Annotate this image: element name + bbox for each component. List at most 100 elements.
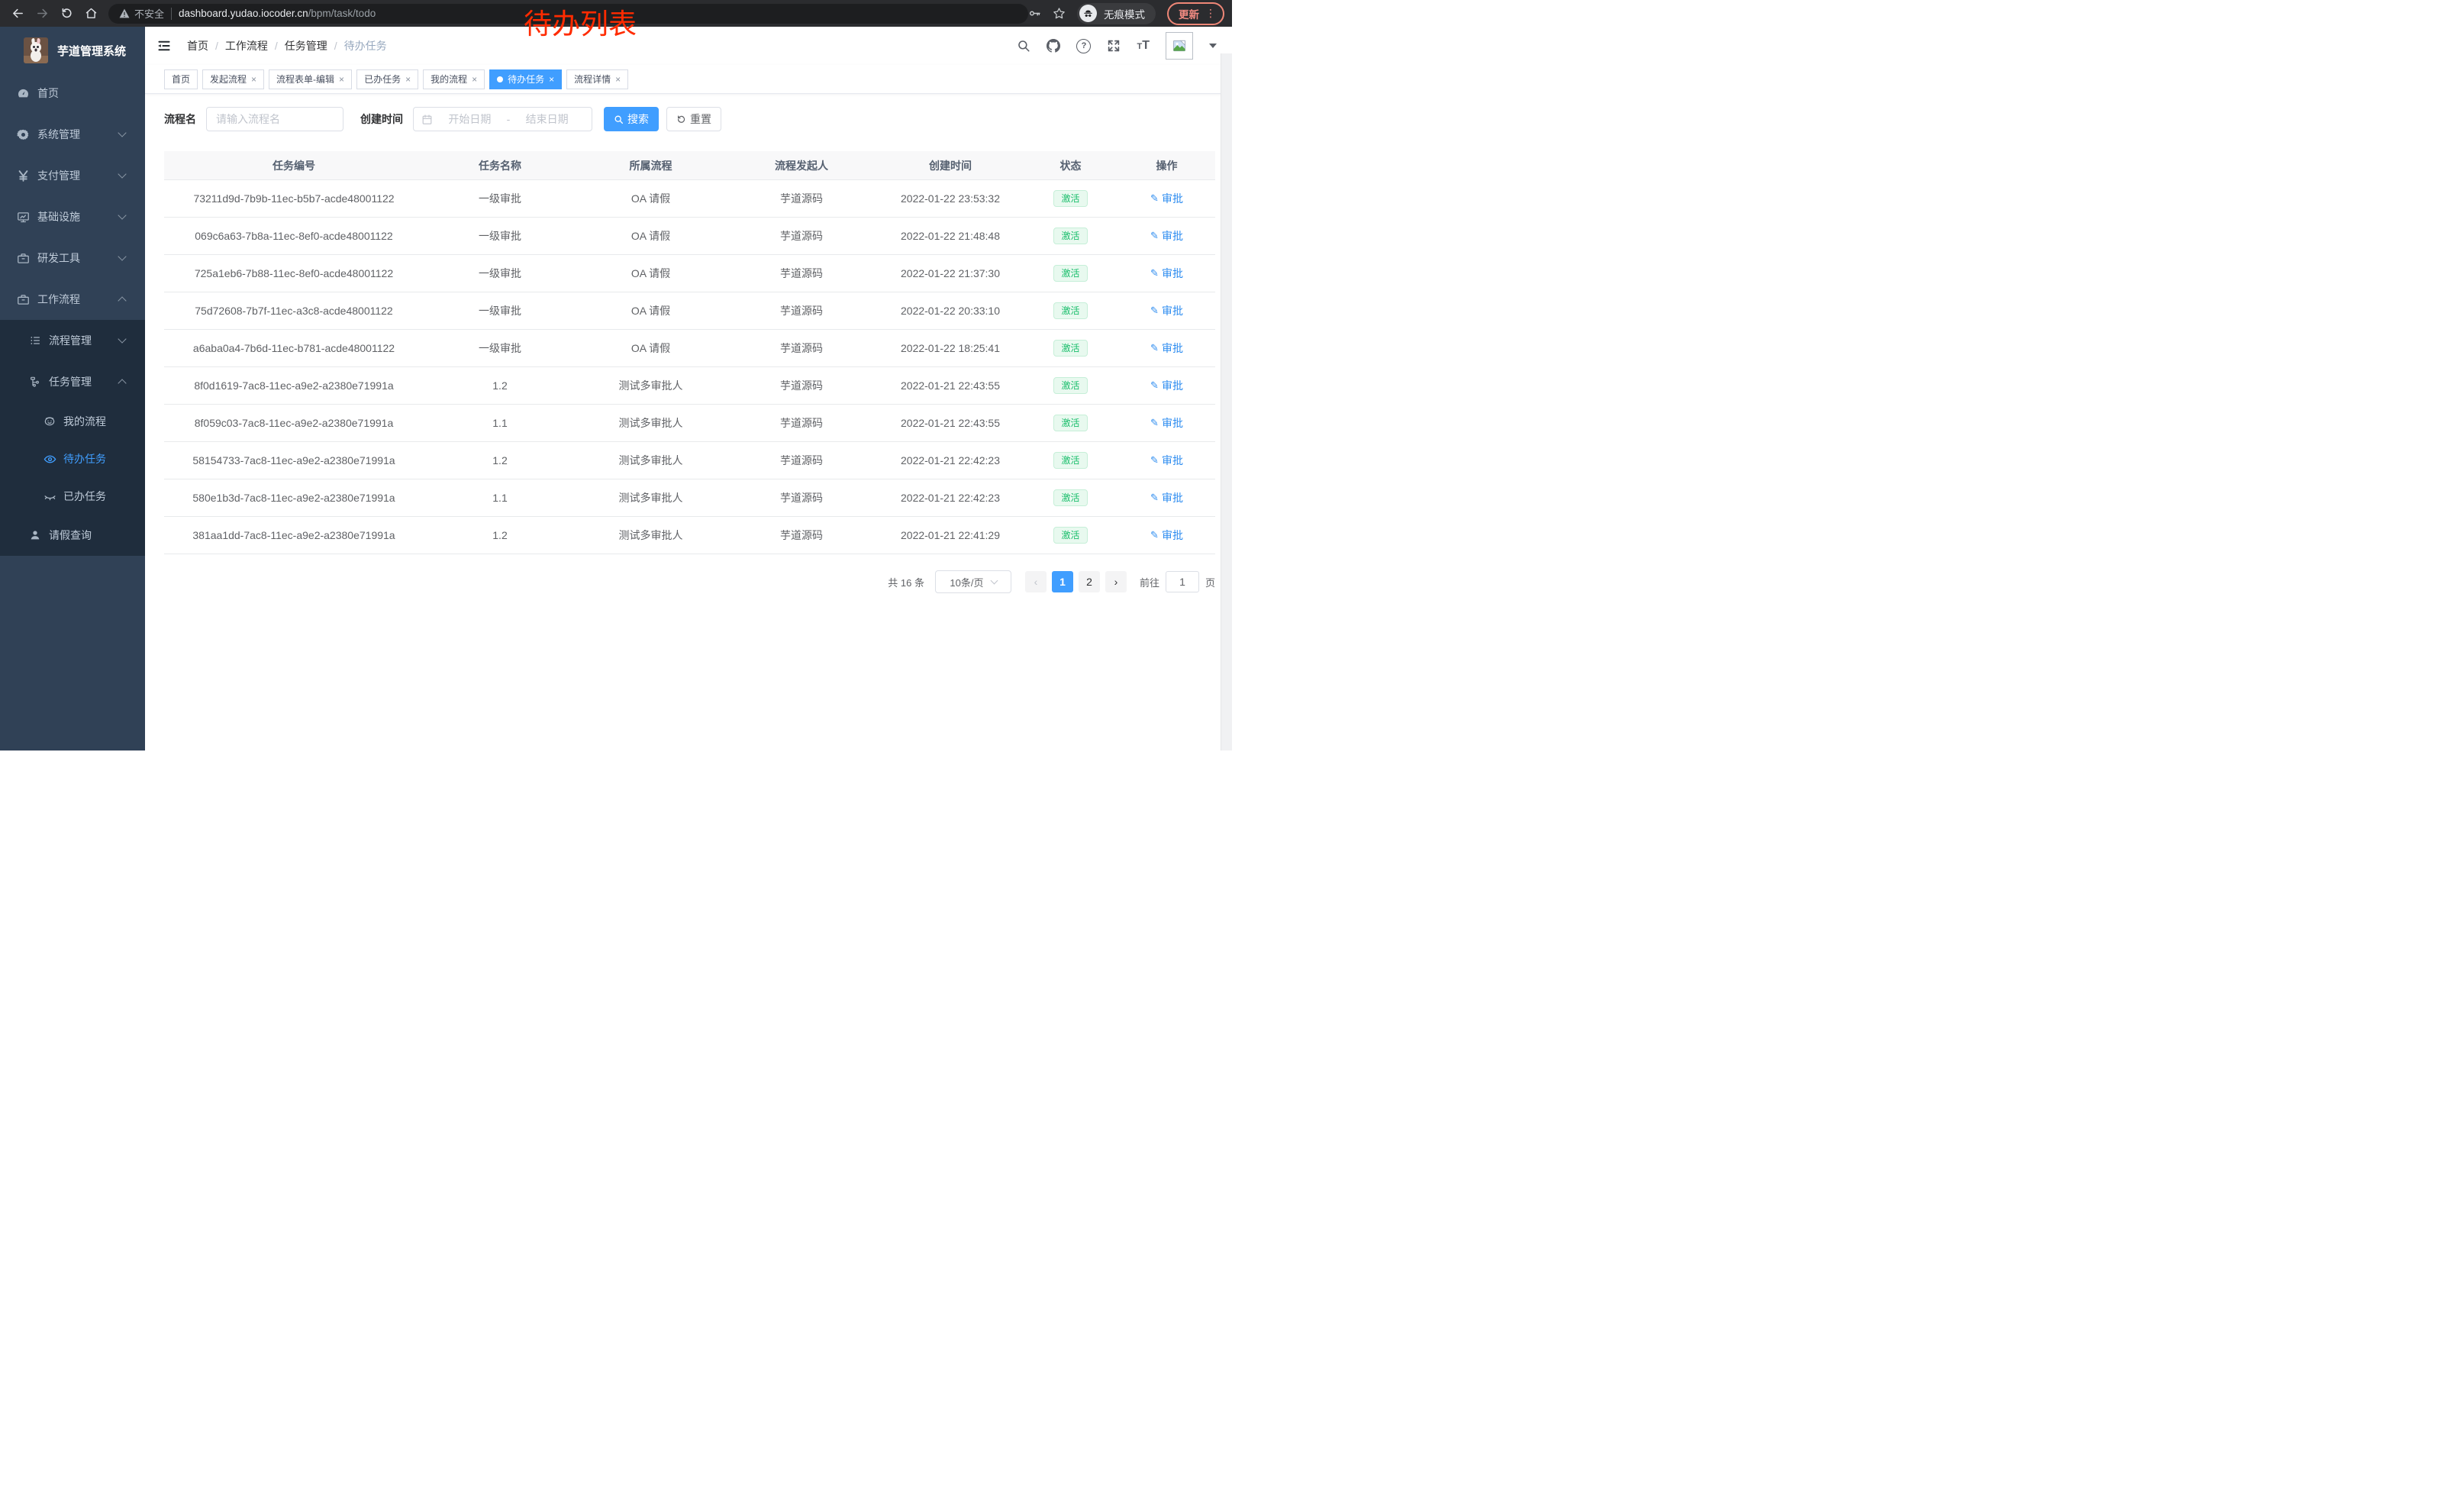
help-icon[interactable]: ? xyxy=(1076,39,1091,53)
tag-label: 待办任务 xyxy=(508,73,544,86)
approve-link[interactable]: ✎审批 xyxy=(1150,378,1183,393)
sidebar-item-my-process[interactable]: 我的流程 xyxy=(0,402,145,440)
process-name: OA 请假 xyxy=(576,341,725,356)
browser-menu-icon[interactable]: ⋮ xyxy=(1205,7,1216,20)
sidebar-item-process-mgmt[interactable]: 流程管理 xyxy=(0,320,145,361)
dashboard-icon xyxy=(17,87,30,100)
tags-view-bar: 首页 发起流程 × 流程表单-编辑 × 已办任务 × 我的流程 × xyxy=(145,65,1232,94)
process-starter: 芋道源码 xyxy=(725,490,878,505)
approve-link[interactable]: ✎审批 xyxy=(1150,453,1183,468)
page-button-1[interactable]: 1 xyxy=(1052,571,1073,592)
avatar[interactable] xyxy=(1166,32,1193,60)
browser-scrollbar[interactable] xyxy=(1221,53,1232,750)
close-icon[interactable]: × xyxy=(549,74,554,85)
sidebar-item-devtools[interactable]: 研发工具 xyxy=(0,237,145,279)
browser-home-button[interactable] xyxy=(81,4,101,24)
sidebar-item-system[interactable]: 系统管理 xyxy=(0,114,145,155)
close-icon[interactable]: × xyxy=(339,74,344,85)
reload-icon xyxy=(60,7,73,20)
approve-link[interactable]: ✎审批 xyxy=(1150,528,1183,543)
update-label: 更新 xyxy=(1179,6,1199,21)
task-id: 58154733-7ac8-11ec-a9e2-a2380e71991a xyxy=(164,454,424,466)
fullscreen-icon[interactable] xyxy=(1107,39,1121,53)
approve-link[interactable]: ✎审批 xyxy=(1150,490,1183,505)
tag-process-detail[interactable]: 流程详情 × xyxy=(566,69,628,89)
sidebar-item-leave-query[interactable]: 请假查询 xyxy=(0,515,145,556)
sidebar-item-label: 研发工具 xyxy=(37,250,80,266)
approve-link[interactable]: ✎审批 xyxy=(1150,415,1183,431)
browser-reload-button[interactable] xyxy=(56,4,76,24)
page-size-select[interactable]: 10条/页 xyxy=(935,570,1011,593)
sidebar-item-label: 待办任务 xyxy=(63,451,106,466)
process-name: 测试多审批人 xyxy=(576,528,725,543)
github-icon[interactable] xyxy=(1047,39,1060,53)
column-header: 创建时间 xyxy=(878,158,1023,173)
status-badge: 激活 xyxy=(1053,489,1087,506)
tag-done-tasks[interactable]: 已办任务 × xyxy=(356,69,418,89)
sidebar-item-label: 工作流程 xyxy=(37,292,80,307)
search-icon[interactable] xyxy=(1017,39,1030,53)
page-button-2[interactable]: 2 xyxy=(1079,571,1100,592)
avatar-caret-icon[interactable] xyxy=(1209,44,1217,48)
approve-link[interactable]: ✎审批 xyxy=(1150,266,1183,281)
task-name: 1.2 xyxy=(424,454,576,466)
reset-button[interactable]: 重置 xyxy=(666,107,721,131)
close-icon[interactable]: × xyxy=(472,74,477,85)
sidebar-collapse-icon[interactable] xyxy=(156,38,172,53)
close-icon[interactable]: × xyxy=(405,74,411,85)
browser-forward-button[interactable] xyxy=(32,4,52,24)
breadcrumb-item[interactable]: 任务管理 xyxy=(285,38,327,53)
edit-pencil-icon: ✎ xyxy=(1150,454,1159,466)
tag-start-process[interactable]: 发起流程 × xyxy=(202,69,264,89)
gear-icon xyxy=(17,128,30,141)
browser-back-button[interactable] xyxy=(8,4,27,24)
process-name-label: 流程名 xyxy=(164,111,196,127)
sidebar-logo[interactable]: 芋道管理系统 xyxy=(0,27,145,73)
approve-link[interactable]: ✎审批 xyxy=(1150,341,1183,356)
status-badge: 激活 xyxy=(1053,452,1087,469)
create-time: 2022-01-22 21:48:48 xyxy=(878,230,1023,242)
incognito-label: 无痕模式 xyxy=(1104,6,1145,21)
close-icon[interactable]: × xyxy=(251,74,256,85)
create-time: 2022-01-22 21:37:30 xyxy=(878,267,1023,279)
approve-link[interactable]: ✎审批 xyxy=(1150,228,1183,244)
home-icon xyxy=(85,7,98,20)
sidebar-item-done-tasks[interactable]: 已办任务 xyxy=(0,477,145,515)
create-time: 2022-01-21 22:42:23 xyxy=(878,492,1023,504)
sidebar-item-infra[interactable]: 基础设施 xyxy=(0,196,145,237)
next-page-button[interactable]: › xyxy=(1105,571,1127,592)
edit-pencil-icon: ✎ xyxy=(1150,267,1159,279)
approve-link[interactable]: ✎审批 xyxy=(1150,303,1183,318)
sidebar-item-label: 流程管理 xyxy=(49,333,92,348)
sidebar-item-label: 支付管理 xyxy=(37,168,80,183)
process-starter: 芋道源码 xyxy=(725,341,878,356)
process-name-input[interactable] xyxy=(206,107,343,131)
date-range-picker[interactable]: 开始日期 - 结束日期 xyxy=(413,107,592,131)
browser-update-button[interactable]: 更新 ⋮ xyxy=(1167,2,1224,25)
tag-process-form-edit[interactable]: 流程表单-编辑 × xyxy=(269,69,352,89)
sidebar-item-label: 任务管理 xyxy=(49,374,92,389)
sidebar-item-payment[interactable]: 支付管理 xyxy=(0,155,145,196)
tag-label: 已办任务 xyxy=(364,73,401,86)
prev-page-button[interactable]: ‹ xyxy=(1025,571,1047,592)
search-button[interactable]: 搜索 xyxy=(604,107,659,131)
key-icon[interactable] xyxy=(1028,7,1041,20)
font-size-icon[interactable]: TT xyxy=(1137,39,1150,53)
security-warning[interactable]: 不安全 xyxy=(119,6,164,21)
approve-link[interactable]: ✎审批 xyxy=(1150,191,1183,206)
warning-triangle-icon xyxy=(119,8,130,18)
bookmark-star-icon[interactable] xyxy=(1053,7,1066,20)
status-badge: 激活 xyxy=(1053,190,1087,207)
breadcrumb-item[interactable]: 工作流程 xyxy=(225,38,268,53)
tag-home[interactable]: 首页 xyxy=(164,69,198,89)
tag-todo-tasks[interactable]: 待办任务 × xyxy=(489,69,562,89)
sidebar-item-workflow[interactable]: 工作流程 xyxy=(0,279,145,320)
sidebar-item-home[interactable]: 首页 xyxy=(0,73,145,114)
tag-my-process[interactable]: 我的流程 × xyxy=(423,69,485,89)
close-icon[interactable]: × xyxy=(615,74,621,85)
status-badge: 激活 xyxy=(1053,228,1087,244)
sidebar-item-task-mgmt[interactable]: 任务管理 xyxy=(0,361,145,402)
goto-page-input[interactable] xyxy=(1166,571,1199,592)
breadcrumb-item[interactable]: 首页 xyxy=(187,38,208,53)
sidebar-item-todo-tasks[interactable]: 待办任务 xyxy=(0,440,145,477)
